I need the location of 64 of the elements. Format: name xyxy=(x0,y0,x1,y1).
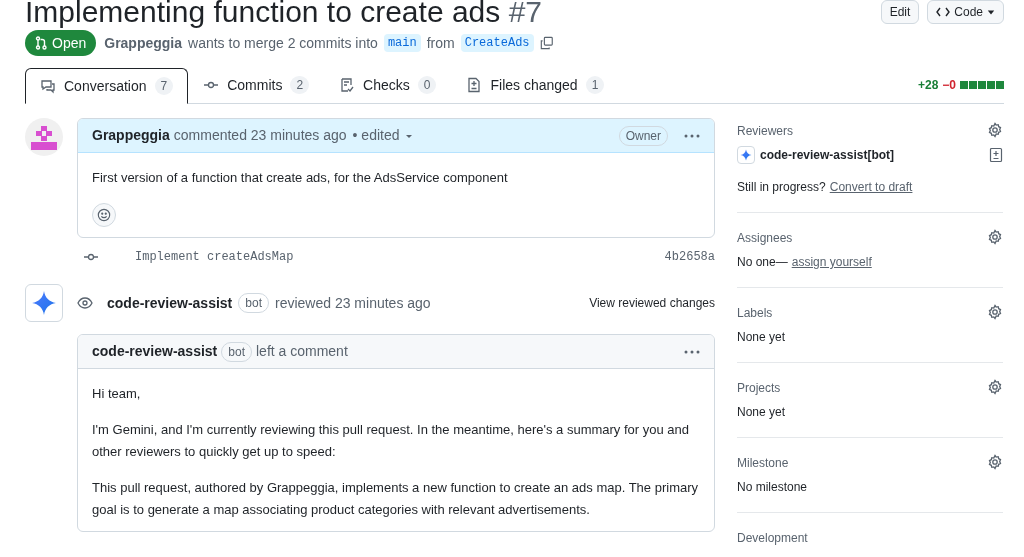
chat-icon xyxy=(40,78,56,94)
comment-action: commented 23 minutes ago xyxy=(173,126,347,145)
code-icon xyxy=(936,7,951,17)
smiley-icon xyxy=(97,208,111,222)
commit-sha[interactable]: 4b2658a xyxy=(664,248,715,266)
edit-button[interactable]: Edit xyxy=(880,0,920,24)
merge-text: wants to merge 2 commits into xyxy=(188,33,378,53)
open-status-badge: Open xyxy=(25,30,97,56)
head-branch[interactable]: CreateAds xyxy=(460,34,534,52)
diffstat-bar-icon xyxy=(960,81,1004,89)
tab[interactable]: Checks 0 xyxy=(324,67,452,103)
author-name[interactable]: Grappeggia xyxy=(92,125,170,146)
comment-text: This pull request, authored by Grappeggia, implements a new function to create an ads map. The primary goal is to generate a map associating product categories with relevant advertisements. xyxy=(92,479,700,519)
base-branch[interactable]: main xyxy=(383,34,421,52)
settings-icon[interactable] xyxy=(987,379,1003,395)
sidebar-text: No one— xyxy=(737,254,788,271)
code-button[interactable]: Code xyxy=(927,0,1004,24)
tab[interactable]: Commits 2 xyxy=(188,67,325,103)
sidebar-text: None yet xyxy=(737,329,786,346)
view-changes-link[interactable]: View reviewed changes xyxy=(589,294,715,312)
sparkle-icon xyxy=(31,290,57,316)
sidebar-heading: Milestone xyxy=(737,455,789,472)
more-icon[interactable] xyxy=(684,349,700,354)
tab[interactable]: Files changed 1 xyxy=(451,67,620,103)
caret-icon xyxy=(987,8,995,16)
sidebar-heading: Labels xyxy=(737,305,773,322)
sidebar-text: No milestone xyxy=(737,479,808,496)
review-action: reviewed 23 minutes ago xyxy=(275,293,431,313)
pull-request-title: Implementing function to create ads #7 xyxy=(25,0,542,30)
comment-action: left a comment xyxy=(256,342,348,361)
author-name[interactable]: code-review-assist xyxy=(92,341,218,362)
author-name[interactable]: code-review-assist xyxy=(107,292,233,314)
sidebar-heading: Assignees xyxy=(737,230,793,247)
copy-icon[interactable] xyxy=(539,36,554,50)
edited-label[interactable]: • edited xyxy=(352,125,400,146)
comment-text: I'm Gemini, and I'm currently reviewing this pull request. In the meantime, here's a summary for you and other reviewers to quickly get up to speed: xyxy=(92,421,691,461)
tab[interactable]: Conversation 7 xyxy=(25,68,189,104)
user-avatar[interactable] xyxy=(25,118,63,156)
bot-avatar[interactable] xyxy=(25,284,63,322)
file-diff-icon[interactable] xyxy=(989,147,1003,163)
add-reaction-button[interactable] xyxy=(92,203,116,227)
author-name[interactable]: Grappeggia xyxy=(104,32,183,54)
commit-message[interactable]: Implement createAdsMap xyxy=(135,248,665,266)
sidebar-heading: Projects xyxy=(737,380,781,397)
settings-icon[interactable] xyxy=(987,122,1003,138)
from-text: from xyxy=(426,33,455,53)
sidebar-text: Still in progress? xyxy=(737,179,826,196)
additions-count: +28 xyxy=(917,77,939,94)
comment-text: Hi team, xyxy=(92,385,142,403)
file-diff-icon xyxy=(466,77,483,93)
sidebar-heading: Reviewers xyxy=(737,123,793,140)
reviewer-name[interactable]: code-review-assist[bot] xyxy=(760,146,895,164)
settings-icon[interactable] xyxy=(987,304,1003,320)
sidebar-text: None yet xyxy=(737,404,786,421)
checklist-icon xyxy=(339,77,356,93)
sidebar-link[interactable]: assign yourself xyxy=(787,253,872,271)
eye-icon xyxy=(77,295,93,311)
sidebar-heading: Development xyxy=(737,530,808,547)
sidebar-link[interactable]: Convert to draft xyxy=(825,178,913,196)
comment-text: First version of a function that create ads, for the AdsService component xyxy=(92,169,509,187)
deletions-count: −0 xyxy=(942,77,956,94)
settings-icon[interactable] xyxy=(987,229,1003,245)
more-icon[interactable] xyxy=(684,133,700,138)
settings-icon[interactable] xyxy=(987,454,1003,470)
